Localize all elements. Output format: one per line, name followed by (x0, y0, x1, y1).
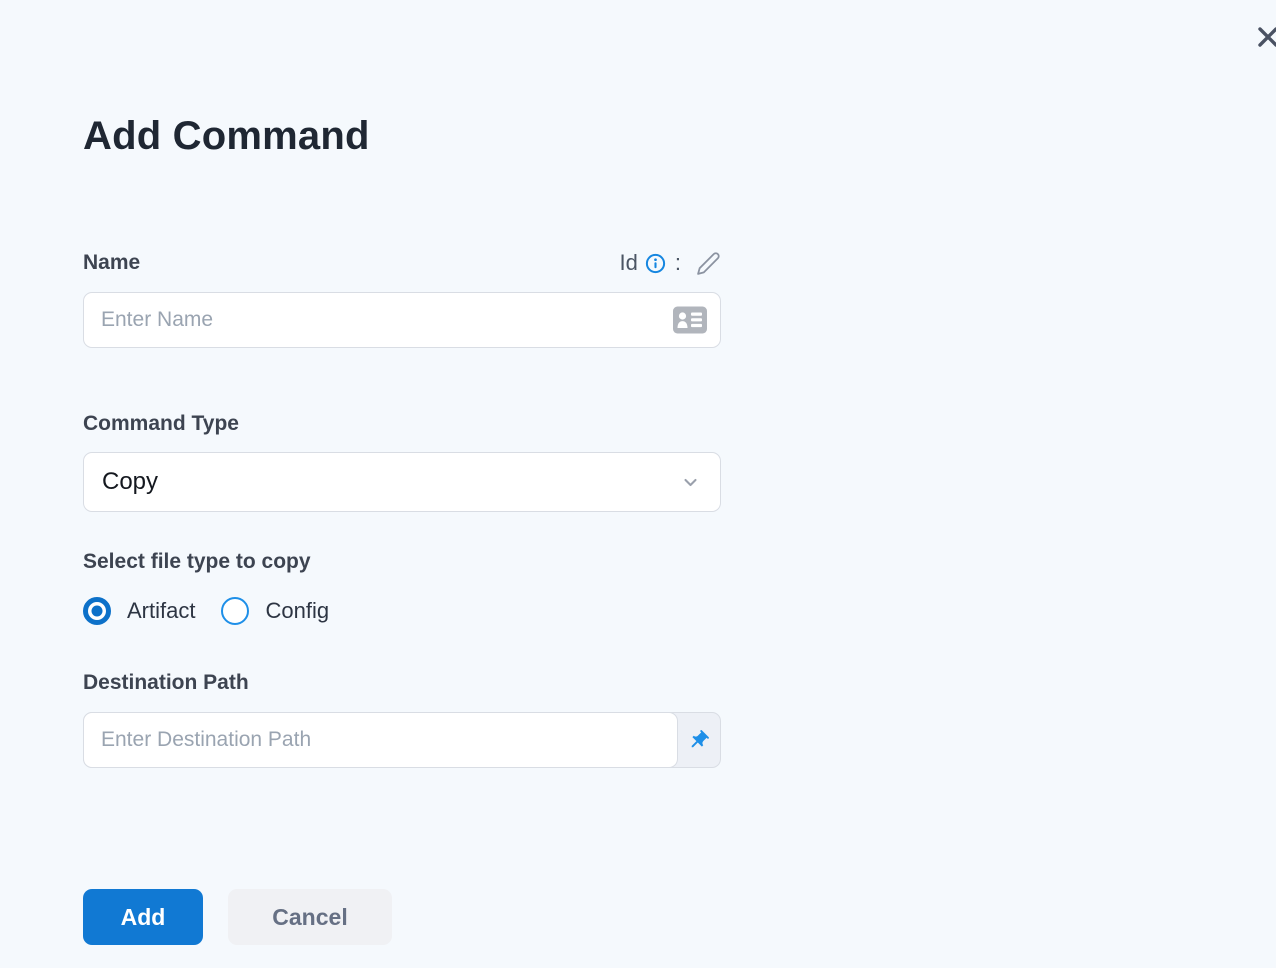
id-card-icon (673, 306, 707, 334)
radio-option-config[interactable]: Config (221, 597, 329, 625)
file-type-radio-group: Artifact Config (83, 597, 721, 625)
destination-path-label: Destination Path (83, 671, 249, 694)
name-input-wrap (83, 292, 721, 348)
id-label: Id (619, 250, 638, 275)
radio-option-artifact[interactable]: Artifact (83, 597, 195, 625)
name-input[interactable] (83, 292, 721, 348)
chevron-down-icon (681, 473, 700, 492)
file-type-label: Select file type to copy (83, 550, 311, 573)
add-command-dialog: Add Command Name Id : Enter Name Command… (83, 0, 721, 945)
pushpin-icon[interactable] (676, 713, 720, 767)
radio-label-config: Config (265, 598, 330, 623)
command-type-select[interactable]: Copy (83, 452, 721, 512)
name-label: Name (83, 251, 141, 274)
radio-label-artifact: Artifact (127, 598, 196, 623)
dialog-title: Add Command (83, 114, 370, 158)
id-cluster: Id : (620, 250, 721, 276)
destination-path-group (83, 712, 721, 768)
info-circle-icon[interactable] (645, 253, 666, 274)
id-colon: : (674, 250, 681, 275)
radio-unselected-icon (221, 597, 250, 625)
close-button[interactable] (1253, 22, 1276, 52)
radio-selected-icon (83, 597, 111, 625)
dialog-actions: Add Cancel (83, 889, 721, 945)
add-button[interactable]: Add (83, 889, 203, 945)
cancel-button[interactable]: Cancel (228, 889, 392, 945)
destination-path-input[interactable] (83, 712, 678, 768)
close-icon (1253, 27, 1276, 55)
command-type-label: Command Type (83, 412, 239, 435)
name-label-row: Name Id : (83, 248, 721, 278)
pencil-icon[interactable] (696, 251, 721, 276)
command-type-value: Copy (102, 468, 159, 495)
